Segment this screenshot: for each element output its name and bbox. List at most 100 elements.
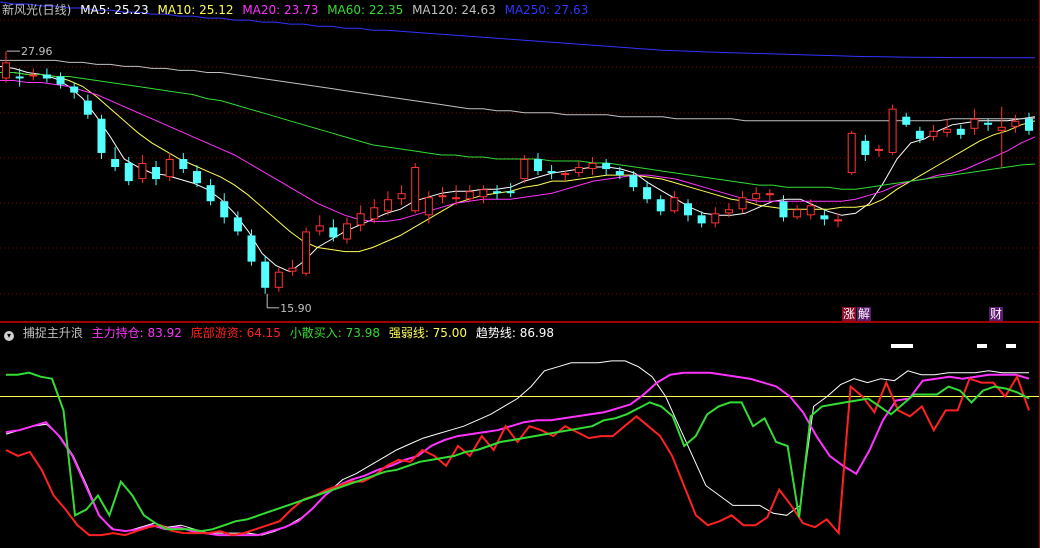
candle-body-down	[233, 217, 242, 232]
indicator-qiangruo: 强弱线: 75.00	[388, 326, 468, 340]
low-label: 15.90	[280, 302, 312, 315]
candle-body-up	[397, 193, 406, 200]
ma60-label: MA60: 22.35	[327, 3, 404, 17]
indicator-zhuli: 主力持仓: 83.92	[91, 326, 182, 340]
series-line-1	[5, 374, 1030, 537]
candle-body-down	[83, 100, 92, 115]
series-line-3	[5, 360, 1029, 536]
indicator-title: 捕捉主升浪	[22, 326, 83, 340]
candle-body-down	[42, 74, 51, 79]
candle-body-down	[247, 235, 256, 262]
chevron-down-icon[interactable]: ▾	[4, 331, 14, 341]
candle-body-down	[261, 261, 270, 288]
candle-body-up	[438, 195, 447, 198]
candle-body-up	[997, 126, 1006, 131]
candle-body-up	[343, 223, 351, 240]
ma5-label: MA5: 25.23	[80, 3, 149, 17]
candle-body-down	[15, 76, 24, 79]
candle-body-down	[1025, 118, 1033, 131]
candle-body-up	[670, 197, 679, 212]
candle-body-up	[315, 225, 324, 232]
indicator-xiaosan: 小散买入: 73.98	[289, 326, 380, 340]
candle-body-down	[56, 76, 65, 85]
candle-body-up	[356, 213, 365, 226]
candle-body-up	[452, 197, 461, 200]
candle-body-up	[165, 158, 174, 178]
candle-body-up	[806, 205, 815, 216]
candle-body-up	[29, 74, 38, 77]
ma10-line	[0, 72, 1036, 253]
candle-body-up	[711, 213, 720, 224]
candle-body-down	[779, 201, 788, 218]
candle-body-up	[574, 167, 583, 174]
chart-title: 新风光(日线)	[2, 3, 72, 17]
kline-chart[interactable]: 27.96 15.90	[0, 0, 1040, 322]
candle-body-down	[629, 175, 638, 188]
candle-body-down	[956, 128, 965, 135]
candle-body-up	[834, 219, 843, 222]
candle-body-up	[138, 163, 147, 180]
candle-body-down	[192, 171, 201, 184]
candle-body-down	[124, 163, 133, 182]
candle-body-up	[1011, 120, 1020, 127]
ma20-label: MA20: 23.73	[242, 3, 319, 17]
candle-body-up	[929, 130, 938, 137]
kline-panel[interactable]: 27.96 15.90 新风光(日线) MA5: 25.23 MA10: 25.1…	[0, 0, 1040, 322]
badge-jie[interactable]: 解	[857, 307, 872, 321]
candle-body-up	[888, 108, 897, 153]
signal-marker	[1006, 344, 1016, 348]
ma120-line	[0, 59, 1036, 122]
candle-body-down	[111, 158, 120, 168]
candle-body-down	[506, 191, 515, 194]
signal-marker	[977, 344, 987, 348]
candle-body-up	[383, 199, 392, 212]
badge-zhang[interactable]: 涨	[842, 307, 857, 321]
candle-body-down	[533, 158, 542, 172]
candle-body-up	[424, 197, 433, 216]
high-label: 27.96	[21, 45, 53, 58]
ma250-label: MA250: 27.63	[504, 3, 589, 17]
badge-cai[interactable]: 财	[989, 307, 1004, 321]
candle-body-up	[874, 148, 883, 151]
candle-body-up	[479, 189, 488, 198]
candle-body-up	[465, 191, 474, 200]
candle-body-up	[274, 271, 283, 288]
indicator-qushi: 趋势线: 86.98	[475, 326, 555, 340]
candle-body-down	[329, 227, 338, 238]
candle-body-up	[288, 267, 297, 272]
candle-body-down	[493, 191, 502, 194]
main-legend: 新风光(日线) MA5: 25.23 MA10: 25.12 MA20: 23.…	[0, 0, 593, 20]
candle-body-up	[2, 62, 10, 79]
indicator-panel[interactable]: ▾ 捕捉主升浪 主力持仓: 83.92 底部游资: 64.15 小散买入: 73…	[0, 323, 1040, 548]
candle-body-down	[984, 122, 993, 125]
candle-body-down	[220, 201, 229, 218]
candle-body-up	[793, 209, 802, 218]
candle-body-down	[152, 167, 161, 180]
candle-body-down	[643, 187, 652, 200]
candle-body-up	[588, 163, 597, 170]
indicator-chart[interactable]	[0, 323, 1040, 548]
candle-body-up	[970, 118, 979, 129]
candle-body-up	[765, 193, 774, 196]
candle-body-down	[915, 130, 924, 139]
signal-marker	[891, 344, 913, 348]
candle-body-down	[70, 86, 79, 93]
candle-body-up	[520, 158, 529, 180]
candle-body-up	[411, 167, 420, 212]
candle-body-down	[820, 215, 829, 220]
candle-body-up	[738, 197, 747, 210]
candle-body-up	[302, 231, 311, 274]
candle-body-down	[97, 118, 106, 153]
ma120-label: MA120: 24.63	[412, 3, 496, 17]
candle-body-down	[206, 185, 215, 202]
candle-body-down	[615, 171, 624, 176]
candle-body-up	[847, 132, 856, 174]
candle-body-down	[684, 203, 692, 216]
sub-legend: ▾ 捕捉主升浪 主力持仓: 83.92 底部游资: 64.15 小散买入: 73…	[0, 323, 559, 343]
candle-body-down	[547, 171, 556, 174]
candle-body-down	[697, 215, 706, 224]
candle-body-up	[724, 209, 733, 214]
candle-body-down	[902, 116, 911, 125]
candle-body-up	[561, 173, 570, 176]
candle-body-down	[656, 199, 665, 212]
